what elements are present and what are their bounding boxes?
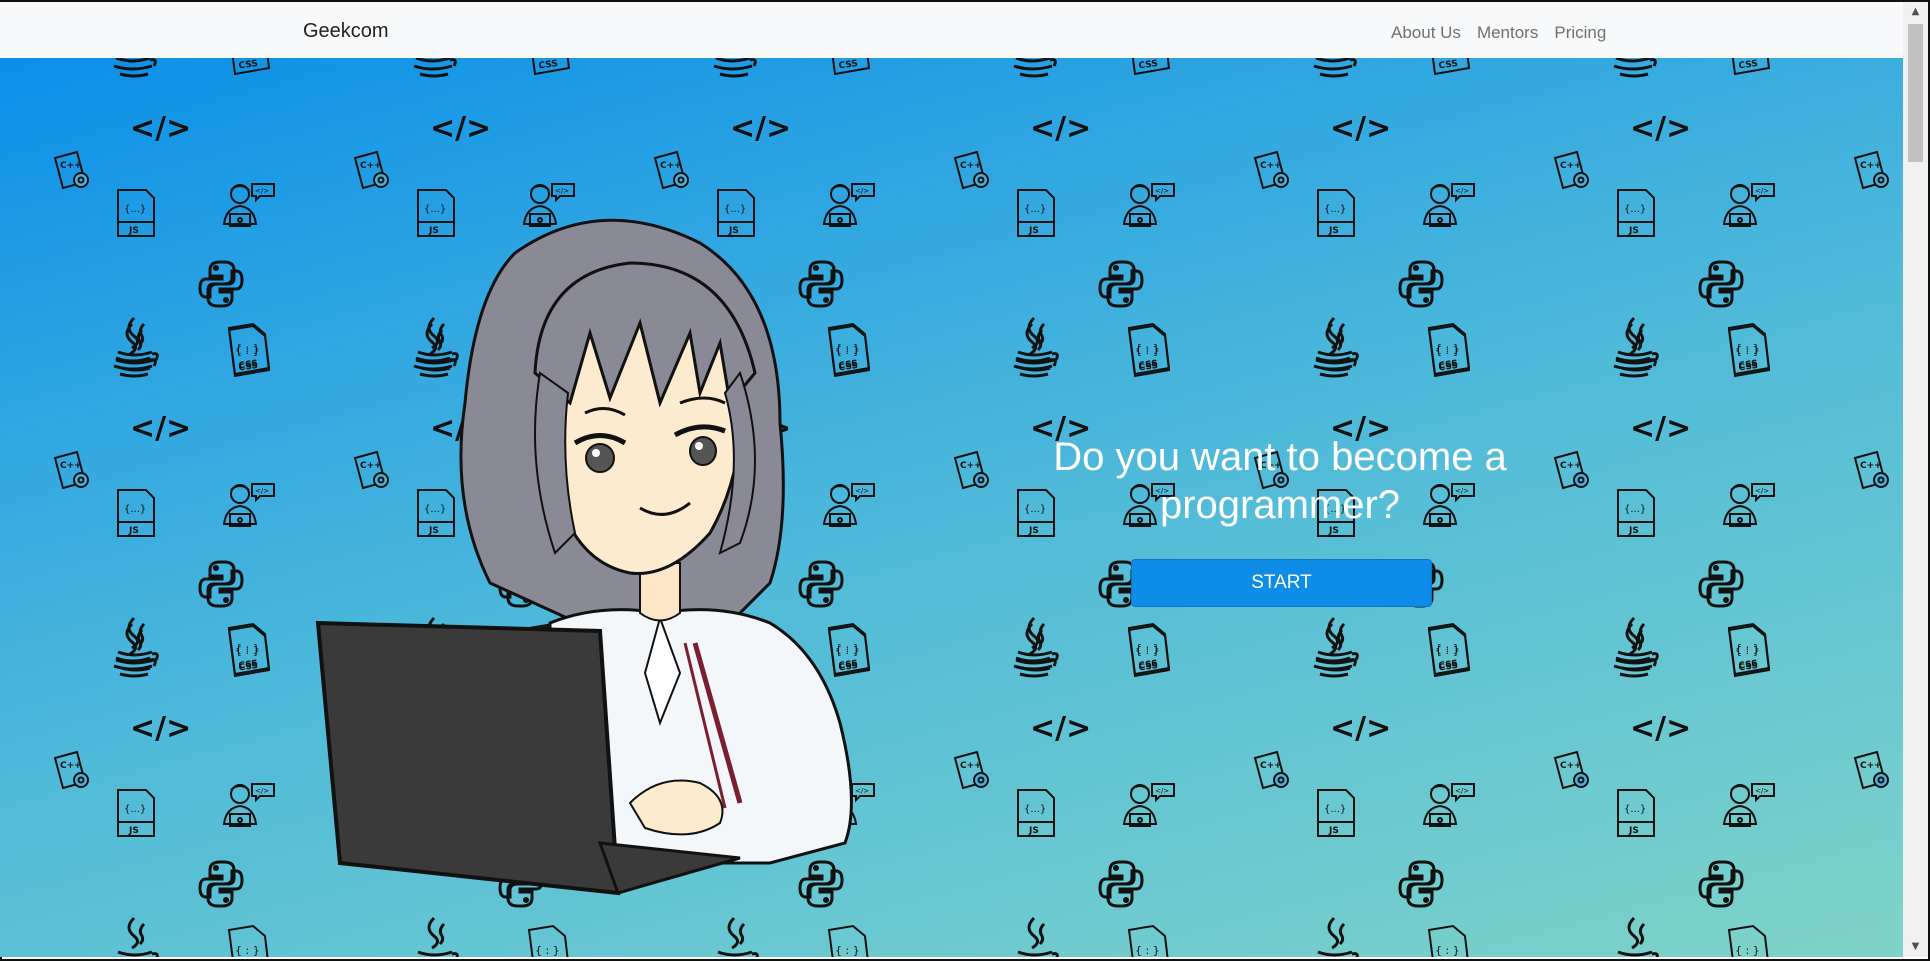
hero-headline-line1: Do you want to become a — [1053, 435, 1507, 479]
hero-headline-line2: programmer? — [1159, 483, 1401, 527]
programmer-girl-illustration — [315, 218, 853, 896]
nav-links: About Us Mentors Pricing — [1383, 23, 1614, 43]
nav-link-about-us[interactable]: About Us — [1383, 23, 1469, 43]
scroll-up-arrow-icon[interactable]: ▲ — [1903, 2, 1928, 22]
nav-link-mentors[interactable]: Mentors — [1469, 23, 1546, 43]
start-button[interactable]: START — [1131, 559, 1432, 607]
scroll-down-arrow-icon[interactable]: ▼ — [1903, 937, 1928, 957]
programming-pattern-background: </> C++ {...} JS </> — [0, 58, 1903, 957]
scroll-thumb[interactable] — [1908, 24, 1923, 162]
brand-logo[interactable]: Geekcom — [303, 20, 389, 43]
hero-headline: Do you want to become a programmer? — [1010, 433, 1550, 529]
nav-link-pricing[interactable]: Pricing — [1546, 23, 1614, 43]
navbar: Geekcom About Us Mentors Pricing — [0, 2, 1903, 58]
page-scrollbar[interactable]: ▲ ▼ — [1903, 2, 1928, 957]
hero-section: </> C++ {...} JS </> — [0, 58, 1903, 957]
